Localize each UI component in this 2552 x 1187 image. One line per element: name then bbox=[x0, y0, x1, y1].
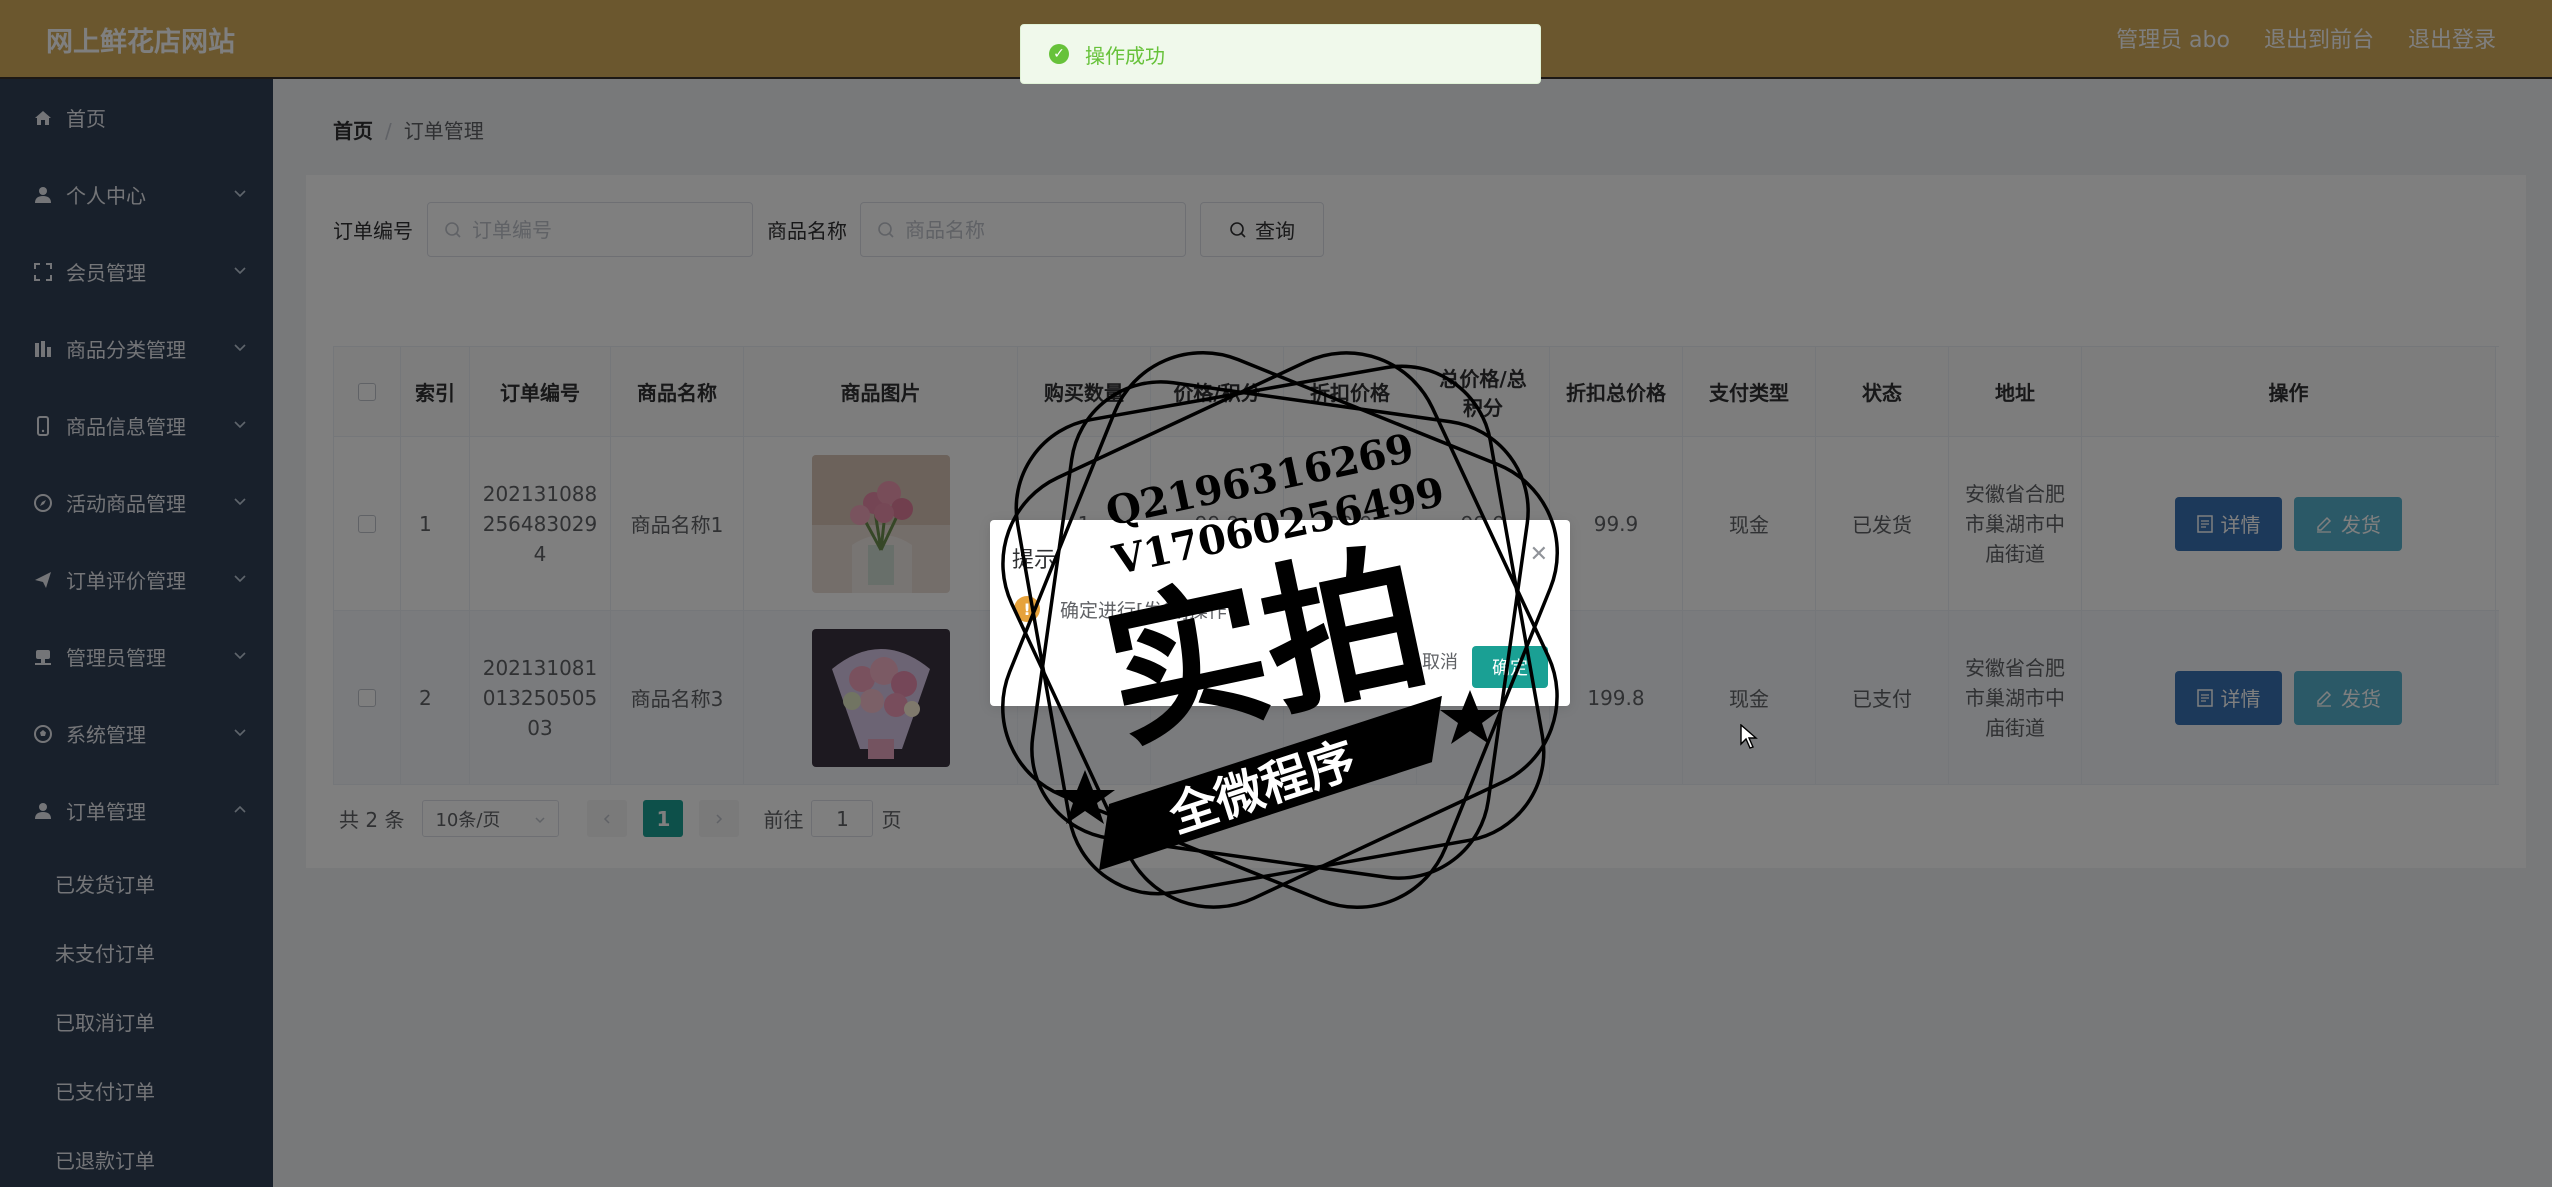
dialog-title: 提示 bbox=[1012, 548, 1057, 573]
check-icon: ✓ bbox=[1049, 44, 1069, 64]
dialog-confirm-button[interactable]: 确定 bbox=[1472, 646, 1548, 688]
cursor-icon bbox=[1740, 724, 1758, 749]
dialog-message: 确定进行[发货]操作? bbox=[1060, 600, 1237, 622]
dialog-cancel-button[interactable]: 取消 bbox=[1422, 648, 1458, 674]
confirm-dialog: 提示 ✕ ! 确定进行[发货]操作? 取消 确定 bbox=[990, 520, 1570, 706]
success-toast: ✓ 操作成功 bbox=[1020, 24, 1541, 84]
toast-message: 操作成功 bbox=[1085, 43, 1165, 68]
warning-icon: ! bbox=[1014, 596, 1040, 622]
close-icon[interactable]: ✕ bbox=[1530, 542, 1548, 567]
